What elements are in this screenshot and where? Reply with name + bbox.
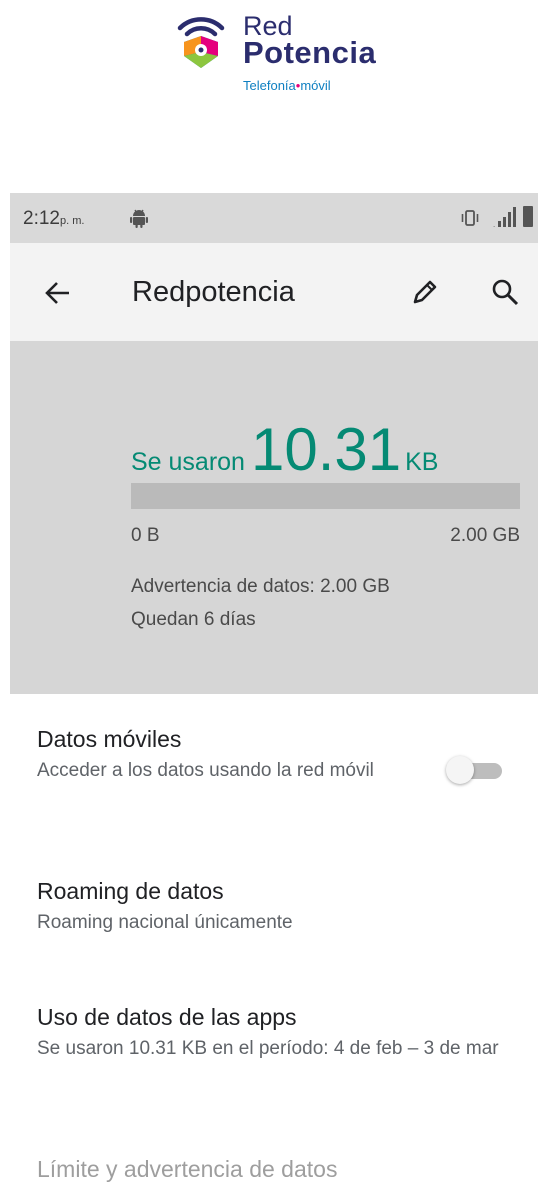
brand-header: Red Potencia Telefonía•móvil xyxy=(0,0,538,190)
data-used-unit: KB xyxy=(405,448,439,476)
usage-progress-bar xyxy=(131,483,520,509)
mobile-data-title: Datos móviles xyxy=(37,726,182,752)
back-arrow-icon[interactable] xyxy=(44,279,72,307)
signal-icon: . xyxy=(493,207,516,228)
setting-data-roaming[interactable]: Roaming de datos Roaming nacional únicam… xyxy=(37,876,507,936)
range-max-label: 2.00 GB xyxy=(450,525,520,546)
data-used-value: 10.31 xyxy=(250,416,402,483)
status-time-suffix: p. m. xyxy=(59,215,85,227)
app-usage-title: Uso de datos de las apps xyxy=(37,1004,297,1030)
red-potencia-logo-icon xyxy=(177,17,225,68)
roaming-subtitle: Roaming nacional únicamente xyxy=(37,912,293,933)
vibrate-icon xyxy=(461,210,479,226)
status-time: 2:12p. m. xyxy=(23,208,84,230)
days-remaining-text: Quedan 6 días xyxy=(131,609,256,630)
battery-icon xyxy=(523,206,533,227)
limit-title: Límite y advertencia de datos xyxy=(37,1156,338,1182)
svg-text:.: . xyxy=(493,221,495,228)
setting-app-data-usage[interactable]: Uso de datos de las apps Se usaron 10.31… xyxy=(37,1002,527,1062)
range-min-label: 0 B xyxy=(131,525,160,546)
brand-tagline: Telefonía•móvil xyxy=(243,78,331,94)
data-used-readout: Se usaron 10.31 KB xyxy=(131,415,438,484)
toggle-thumb xyxy=(446,756,474,784)
roaming-title: Roaming de datos xyxy=(37,878,224,904)
setting-data-limit-warning[interactable]: Límite y advertencia de datos xyxy=(37,1154,507,1184)
brand-name-line2: Potencia xyxy=(243,35,377,70)
app-usage-subtitle: Se usaron 10.31 KB en el período: 4 de f… xyxy=(37,1038,499,1059)
app-bar-title: Redpotencia xyxy=(132,276,295,308)
android-icon xyxy=(130,209,148,228)
app-bar: Redpotencia xyxy=(10,243,538,341)
mobile-data-toggle[interactable] xyxy=(446,755,504,785)
mobile-data-subtitle: Acceder a los datos usando la red móvil xyxy=(37,760,374,781)
tagline-part2: móvil xyxy=(300,78,331,93)
data-used-prefix: Se usaron xyxy=(131,448,245,476)
search-icon[interactable] xyxy=(490,277,520,307)
setting-mobile-data[interactable]: Datos móviles Acceder a los datos usando… xyxy=(37,724,417,784)
data-warning-text: Advertencia de datos: 2.00 GB xyxy=(131,576,390,597)
status-time-value: 2:12 xyxy=(23,208,60,229)
data-usage-summary: Se usaron 10.31 KB 0 B 2.00 GB Advertencia… xyxy=(10,341,538,694)
edit-icon[interactable] xyxy=(410,277,440,307)
status-bar: 2:12p. m. . xyxy=(10,193,538,243)
tagline-part1: Telefonía xyxy=(243,78,296,93)
